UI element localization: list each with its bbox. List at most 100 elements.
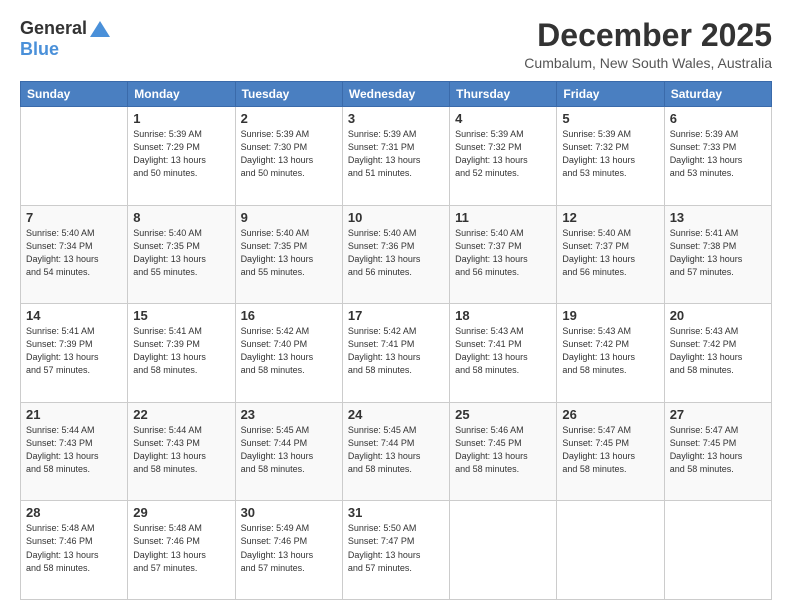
day-number: 26 [562,407,658,422]
day-cell: 18 Sunrise: 5:43 AM Sunset: 7:41 PM Dayli… [450,304,557,403]
day-number: 20 [670,308,766,323]
day-info: Sunrise: 5:47 AM Sunset: 7:45 PM Dayligh… [562,424,658,476]
day-cell: 31 Sunrise: 5:50 AM Sunset: 7:47 PM Dayli… [342,501,449,600]
page: General Blue December 2025 Cumbalum, New… [0,0,792,612]
day-info: Sunrise: 5:39 AM Sunset: 7:30 PM Dayligh… [241,128,337,180]
day-info: Sunrise: 5:42 AM Sunset: 7:40 PM Dayligh… [241,325,337,377]
day-info: Sunrise: 5:41 AM Sunset: 7:39 PM Dayligh… [26,325,122,377]
day-number: 14 [26,308,122,323]
day-number: 23 [241,407,337,422]
day-number: 12 [562,210,658,225]
day-info: Sunrise: 5:41 AM Sunset: 7:39 PM Dayligh… [133,325,229,377]
day-info: Sunrise: 5:45 AM Sunset: 7:44 PM Dayligh… [348,424,444,476]
day-info: Sunrise: 5:43 AM Sunset: 7:41 PM Dayligh… [455,325,551,377]
week-row-5: 28Sunrise: 5:48 AM Sunset: 7:46 PM Dayli… [21,501,772,600]
day-number: 29 [133,505,229,520]
day-cell: 19 Sunrise: 5:43 AM Sunset: 7:42 PM Dayli… [557,304,664,403]
day-number: 30 [241,505,337,520]
day-cell: 6 Sunrise: 5:39 AM Sunset: 7:33 PM Daylig… [664,107,771,206]
day-number: 7 [26,210,122,225]
column-header-wednesday: Wednesday [342,82,449,107]
day-number: 11 [455,210,551,225]
day-info: Sunrise: 5:39 AM Sunset: 7:29 PM Dayligh… [133,128,229,180]
day-number: 6 [670,111,766,126]
day-cell: 4Sunrise: 5:39 AM Sunset: 7:32 PM Daylig… [450,107,557,206]
day-number: 24 [348,407,444,422]
day-cell: 13Sunrise: 5:41 AM Sunset: 7:38 PM Dayli… [664,205,771,304]
day-number: 22 [133,407,229,422]
day-number: 17 [348,308,444,323]
day-info: Sunrise: 5:39 AM Sunset: 7:31 PM Dayligh… [348,128,444,180]
day-info: Sunrise: 5:43 AM Sunset: 7:42 PM Dayligh… [562,325,658,377]
day-info: Sunrise: 5:44 AM Sunset: 7:43 PM Dayligh… [26,424,122,476]
day-info: Sunrise: 5:47 AM Sunset: 7:45 PM Dayligh… [670,424,766,476]
day-number: 10 [348,210,444,225]
day-number: 15 [133,308,229,323]
day-number: 8 [133,210,229,225]
day-info: Sunrise: 5:39 AM Sunset: 7:33 PM Dayligh… [670,128,766,180]
column-header-tuesday: Tuesday [235,82,342,107]
title-section: December 2025 Cumbalum, New South Wales,… [524,18,772,71]
day-cell: 10Sunrise: 5:40 AM Sunset: 7:36 PM Dayli… [342,205,449,304]
day-cell: 22 Sunrise: 5:44 AM Sunset: 7:43 PM Dayli… [128,402,235,501]
calendar: SundayMondayTuesdayWednesdayThursdayFrid… [20,81,772,600]
day-cell: 5 Sunrise: 5:39 AM Sunset: 7:32 PM Daylig… [557,107,664,206]
day-cell: 23 Sunrise: 5:45 AM Sunset: 7:44 PM Dayli… [235,402,342,501]
day-cell: 28Sunrise: 5:48 AM Sunset: 7:46 PM Dayli… [21,501,128,600]
logo-triangle-icon [89,20,111,38]
day-number: 5 [562,111,658,126]
day-number: 31 [348,505,444,520]
day-info: Sunrise: 5:45 AM Sunset: 7:44 PM Dayligh… [241,424,337,476]
column-header-friday: Friday [557,82,664,107]
day-cell: 20 Sunrise: 5:43 AM Sunset: 7:42 PM Dayli… [664,304,771,403]
week-row-4: 21 Sunrise: 5:44 AM Sunset: 7:43 PM Dayli… [21,402,772,501]
day-cell [557,501,664,600]
day-cell: 8 Sunrise: 5:40 AM Sunset: 7:35 PM Daylig… [128,205,235,304]
day-cell: 1 Sunrise: 5:39 AM Sunset: 7:29 PM Daylig… [128,107,235,206]
day-cell: 16 Sunrise: 5:42 AM Sunset: 7:40 PM Dayli… [235,304,342,403]
day-cell: 14 Sunrise: 5:41 AM Sunset: 7:39 PM Dayli… [21,304,128,403]
day-cell: 15 Sunrise: 5:41 AM Sunset: 7:39 PM Dayli… [128,304,235,403]
day-number: 25 [455,407,551,422]
logo: General Blue [20,18,113,60]
day-cell: 26 Sunrise: 5:47 AM Sunset: 7:45 PM Dayli… [557,402,664,501]
day-cell: 9 Sunrise: 5:40 AM Sunset: 7:35 PM Daylig… [235,205,342,304]
column-header-sunday: Sunday [21,82,128,107]
day-number: 28 [26,505,122,520]
week-row-2: 7Sunrise: 5:40 AM Sunset: 7:34 PM Daylig… [21,205,772,304]
day-number: 1 [133,111,229,126]
day-info: Sunrise: 5:39 AM Sunset: 7:32 PM Dayligh… [562,128,658,180]
day-number: 27 [670,407,766,422]
day-number: 16 [241,308,337,323]
day-info: Sunrise: 5:46 AM Sunset: 7:45 PM Dayligh… [455,424,551,476]
location-subtitle: Cumbalum, New South Wales, Australia [524,55,772,71]
day-number: 18 [455,308,551,323]
day-info: Sunrise: 5:44 AM Sunset: 7:43 PM Dayligh… [133,424,229,476]
day-number: 21 [26,407,122,422]
day-cell: 3Sunrise: 5:39 AM Sunset: 7:31 PM Daylig… [342,107,449,206]
day-info: Sunrise: 5:40 AM Sunset: 7:37 PM Dayligh… [455,227,551,279]
day-cell [450,501,557,600]
column-header-saturday: Saturday [664,82,771,107]
day-info: Sunrise: 5:42 AM Sunset: 7:41 PM Dayligh… [348,325,444,377]
week-row-3: 14 Sunrise: 5:41 AM Sunset: 7:39 PM Dayli… [21,304,772,403]
day-info: Sunrise: 5:43 AM Sunset: 7:42 PM Dayligh… [670,325,766,377]
column-header-monday: Monday [128,82,235,107]
day-info: Sunrise: 5:40 AM Sunset: 7:35 PM Dayligh… [241,227,337,279]
header-row: SundayMondayTuesdayWednesdayThursdayFrid… [21,82,772,107]
day-cell: 25 Sunrise: 5:46 AM Sunset: 7:45 PM Dayli… [450,402,557,501]
month-title: December 2025 [524,18,772,53]
day-cell [664,501,771,600]
day-cell: 2 Sunrise: 5:39 AM Sunset: 7:30 PM Daylig… [235,107,342,206]
day-info: Sunrise: 5:49 AM Sunset: 7:46 PM Dayligh… [241,522,337,574]
day-number: 9 [241,210,337,225]
day-info: Sunrise: 5:40 AM Sunset: 7:35 PM Dayligh… [133,227,229,279]
day-number: 2 [241,111,337,126]
day-cell: 12Sunrise: 5:40 AM Sunset: 7:37 PM Dayli… [557,205,664,304]
day-number: 19 [562,308,658,323]
day-info: Sunrise: 5:50 AM Sunset: 7:47 PM Dayligh… [348,522,444,574]
header: General Blue December 2025 Cumbalum, New… [20,18,772,71]
column-header-thursday: Thursday [450,82,557,107]
week-row-1: 1 Sunrise: 5:39 AM Sunset: 7:29 PM Daylig… [21,107,772,206]
day-cell: 7Sunrise: 5:40 AM Sunset: 7:34 PM Daylig… [21,205,128,304]
